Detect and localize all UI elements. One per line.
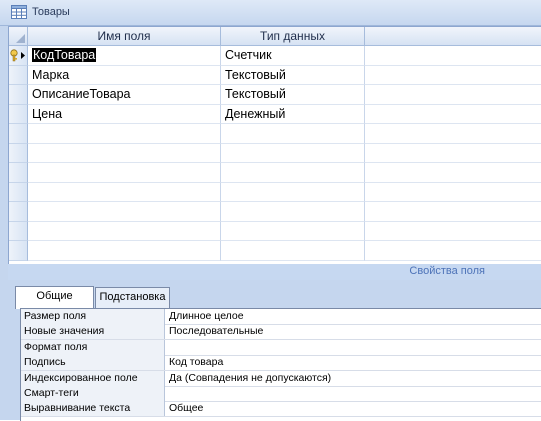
field-properties-title: Свойства поля (409, 265, 485, 277)
data-type-cell[interactable] (221, 241, 365, 261)
column-header-description[interactable] (365, 27, 541, 46)
empty-table-row[interactable] (9, 182, 541, 202)
window-title: Товары (32, 6, 70, 18)
data-type-cell[interactable] (221, 143, 365, 163)
property-label: Индексированное поле (21, 370, 165, 386)
row-selector[interactable] (9, 221, 28, 241)
property-value[interactable]: Длинное целое (165, 309, 541, 324)
property-value[interactable]: Код товара (165, 355, 541, 370)
field-name-text: ОписаниеТовара (32, 87, 131, 101)
field-properties-pane: Общие Подстановка Размер поля Длинное цел… (8, 282, 541, 421)
description-cell[interactable] (365, 202, 541, 222)
field-name-cell[interactable] (28, 124, 221, 144)
description-cell[interactable] (365, 66, 541, 85)
property-label: Новые значения (21, 324, 165, 340)
row-pointer-icon (21, 52, 25, 59)
table-row[interactable]: ОписаниеТовара Текстовый (9, 85, 541, 105)
column-header-field-name[interactable]: Имя поля (28, 27, 221, 46)
field-properties-bar: Свойства поля (8, 264, 541, 280)
data-type-cell[interactable] (221, 182, 365, 202)
row-selector[interactable] (9, 241, 28, 261)
row-selector[interactable] (9, 124, 28, 144)
field-name-cell[interactable]: Марка (28, 65, 221, 85)
property-value[interactable]: Общее (165, 401, 541, 416)
tab-general[interactable]: Общие (15, 286, 94, 309)
description-cell[interactable] (365, 183, 541, 202)
select-all-corner[interactable] (9, 27, 28, 46)
data-type-cell[interactable] (221, 221, 365, 241)
empty-table-row[interactable] (9, 202, 541, 222)
empty-table-row[interactable] (9, 163, 541, 183)
property-value[interactable] (165, 386, 541, 401)
field-name-cell[interactable] (28, 202, 221, 222)
field-name-cell[interactable] (28, 221, 221, 241)
property-value[interactable]: Да (Совпадения не допускаются) (165, 371, 541, 386)
field-name-cell[interactable] (28, 163, 221, 183)
data-type-cell[interactable] (221, 202, 365, 222)
field-name-text: Марка (32, 67, 70, 82)
field-name-cell[interactable] (28, 182, 221, 202)
property-row[interactable]: Смарт-теги (21, 386, 541, 402)
property-label: Формат поля (21, 339, 165, 355)
description-cell[interactable] (365, 163, 541, 183)
row-selector[interactable] (9, 202, 28, 222)
description-cell[interactable] (365, 85, 541, 105)
field-name-text: КодТовара (32, 48, 97, 62)
empty-table-row[interactable] (9, 124, 541, 144)
property-row[interactable]: Индексированное поле Да (Совпадения не до… (21, 370, 541, 387)
property-row[interactable]: Формат поля (21, 339, 541, 356)
row-selector[interactable] (9, 65, 28, 85)
property-label: Подпись (21, 355, 165, 371)
row-selector[interactable] (9, 46, 28, 66)
description-cell[interactable] (365, 105, 541, 124)
property-value[interactable]: Последовательные (165, 324, 541, 339)
description-cell[interactable] (365, 46, 541, 66)
row-selector[interactable] (9, 143, 28, 163)
table-design-window: Товары Имя поля Тип данных КодТовара Счет… (0, 0, 541, 421)
description-cell[interactable] (365, 124, 541, 144)
tab-lookup[interactable]: Подстановка (95, 287, 170, 308)
table-row[interactable]: Марка Текстовый (9, 65, 541, 85)
row-selector[interactable] (9, 104, 28, 124)
description-cell[interactable] (365, 241, 541, 261)
window-titlebar: Товары (0, 0, 541, 26)
row-selector[interactable] (9, 182, 28, 202)
property-row[interactable]: Выравнивание текста Общее (21, 401, 541, 418)
field-name-text: Цена (32, 106, 63, 121)
field-name-cell[interactable] (28, 241, 221, 261)
field-name-cell[interactable]: КодТовара (28, 46, 221, 66)
field-name-cell[interactable]: Цена (28, 104, 221, 124)
data-type-cell[interactable]: Текстовый (221, 65, 365, 85)
property-row[interactable]: Новые значения Последовательные (21, 324, 541, 341)
property-label: Выравнивание текста (21, 401, 165, 417)
primary-key-icon (10, 49, 25, 62)
description-cell[interactable] (365, 144, 541, 163)
data-type-cell[interactable]: Счетчик (221, 46, 365, 66)
empty-table-row[interactable] (9, 241, 541, 261)
data-type-cell[interactable] (221, 163, 365, 183)
table-row[interactable]: КодТовара Счетчик (9, 46, 541, 66)
field-name-cell[interactable]: ОписаниеТовара (28, 85, 221, 105)
property-row[interactable]: Размер поля Длинное целое (21, 309, 541, 325)
table-icon (11, 5, 27, 19)
empty-table-row[interactable] (9, 143, 541, 163)
property-row[interactable]: Подпись Код товара (21, 355, 541, 372)
field-name-cell[interactable] (28, 143, 221, 163)
table-row[interactable]: Цена Денежный (9, 104, 541, 124)
description-cell[interactable] (365, 222, 541, 241)
data-type-cell[interactable]: Денежный (221, 104, 365, 124)
field-design-grid: Имя поля Тип данных КодТовара Счетчик Марк… (8, 26, 541, 265)
property-value[interactable] (165, 340, 541, 355)
column-header-data-type[interactable]: Тип данных (221, 27, 365, 46)
row-selector[interactable] (9, 163, 28, 183)
empty-table-row[interactable] (9, 221, 541, 241)
property-label: Размер поля (21, 309, 165, 324)
data-type-cell[interactable]: Текстовый (221, 85, 365, 105)
property-label: Смарт-теги (21, 386, 165, 401)
data-type-cell[interactable] (221, 124, 365, 144)
properties-table: Размер поля Длинное целое Новые значения По… (20, 308, 541, 421)
row-selector[interactable] (9, 85, 28, 105)
